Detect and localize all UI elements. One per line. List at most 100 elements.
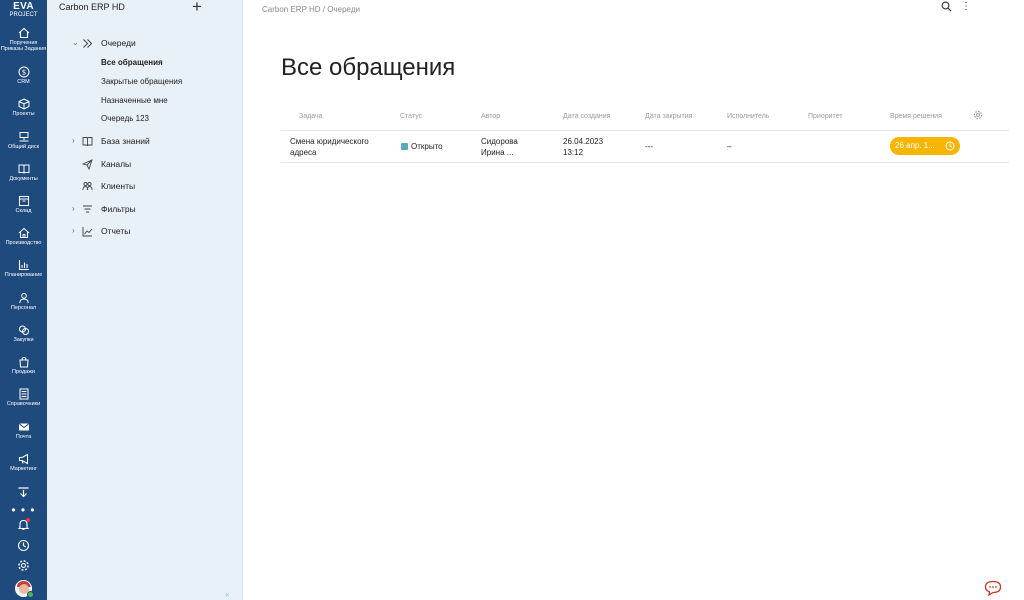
rail-item-personnel[interactable]: Персонал [0, 292, 47, 311]
rail-item-production[interactable]: Производство [0, 227, 47, 246]
page-title: Все обращения [281, 54, 456, 81]
cell-created: 26.04.2023 13:12 [563, 136, 603, 158]
rail-item-crm[interactable]: $ CRM [0, 66, 47, 85]
module-rail: EVA PROJECT Поручения Приказы Задания $ … [0, 0, 47, 600]
task-title-line2: адреса [290, 148, 317, 157]
rail-item-label: Маркетинг [10, 466, 37, 472]
tree-item-reports[interactable]: › Отчеты [47, 224, 243, 240]
factory-icon [18, 227, 29, 238]
coins-icon [18, 325, 29, 335]
breadcrumb: Carbon ERP HD / Очереди [262, 5, 360, 14]
rail-item-label: CRM [17, 79, 30, 85]
column-header-closed[interactable]: Дата закрытия [645, 113, 692, 120]
online-status-dot [27, 591, 34, 598]
rail-item-label: Почта [15, 434, 32, 440]
more-vertical-icon[interactable]: ⋮ [961, 1, 971, 12]
rail-item-directories[interactable]: Справочники [0, 388, 47, 407]
download-icon[interactable] [17, 486, 30, 499]
author-line1: Сидорова [481, 137, 518, 146]
cell-task: Смена юридического адреса [290, 136, 369, 158]
history-icon[interactable] [17, 539, 30, 552]
column-header-assignee[interactable]: Исполнитель [727, 113, 769, 120]
chat-bubble-icon[interactable] [984, 580, 1002, 596]
column-header-task[interactable]: Задача [299, 113, 323, 120]
tree-item-label: Очереди [101, 38, 136, 48]
chevron-down-icon[interactable]: ⌄ [72, 38, 79, 47]
rail-item-projects[interactable]: Проекты [0, 98, 47, 117]
queue-item-queue-123[interactable]: Очередь 123 [101, 114, 149, 123]
rail-item-label: Закупки [13, 337, 34, 343]
breadcrumb-separator: / [322, 5, 326, 14]
gear-icon[interactable] [17, 559, 30, 572]
column-header-status[interactable]: Статус [400, 113, 422, 120]
tree-item-queues[interactable]: ⌄ Очереди [47, 36, 243, 52]
clock-icon [945, 141, 955, 151]
navigation-panel: Carbon ERP HD + ⌄ Очереди Все обращения … [47, 0, 243, 600]
created-date: 26.04.2023 [563, 137, 604, 146]
column-header-created[interactable]: Дата создания [563, 113, 610, 120]
tree-item-label: Клиенты [101, 181, 136, 191]
more-modules-icon[interactable]: • • • [0, 504, 47, 516]
breadcrumb-root[interactable]: Carbon ERP HD [262, 5, 321, 14]
home-icon [18, 27, 29, 39]
person-icon [18, 293, 29, 304]
deadline-badge[interactable]: 26 апр. 1... [890, 137, 960, 155]
tree-item-filters[interactable]: › Фильтры [47, 202, 243, 218]
search-icon[interactable] [941, 1, 952, 12]
chevron-right-icon[interactable]: › [72, 226, 75, 235]
rail-item-label: Персонал [10, 305, 37, 311]
add-button[interactable]: + [192, 0, 202, 16]
column-header-priority[interactable]: Приоритет [808, 113, 843, 120]
queue-item-all-requests[interactable]: Все обращения [101, 58, 163, 67]
users-icon [82, 181, 93, 191]
rail-item-documents[interactable]: Документы [0, 163, 47, 182]
cube-icon [18, 98, 29, 110]
book-icon [82, 137, 93, 147]
bag-icon [18, 356, 29, 368]
queue-item-assigned-to-me[interactable]: Назначенные мне [101, 96, 168, 105]
tree-item-knowledge-base[interactable]: › База знаний [47, 134, 243, 150]
cell-assignee: – [727, 142, 732, 151]
chevron-right-icon[interactable]: › [72, 136, 75, 145]
status-color-marker [401, 143, 408, 150]
tree-item-label: Отчеты [101, 226, 131, 236]
tree-item-label: База знаний [101, 136, 150, 146]
created-time: 13:12 [563, 148, 584, 157]
logo-subtext: PROJECT [9, 12, 38, 18]
notification-dot [26, 518, 30, 522]
status-badge: Открыто [411, 142, 443, 151]
trend-chart-icon [82, 227, 93, 237]
svg-text:$: $ [21, 69, 25, 77]
cell-closed: --- [645, 142, 653, 151]
rail-item-warehouse[interactable]: Склад [0, 195, 47, 214]
workspace-title[interactable]: Carbon ERP HD [59, 2, 125, 12]
column-header-resolve-time[interactable]: Время решения [890, 113, 942, 120]
column-header-author[interactable]: Автор [481, 113, 500, 120]
app-logo[interactable]: EVA PROJECT [0, 0, 47, 19]
tree-item-label: Фильтры [101, 204, 136, 214]
rail-item-mail[interactable]: Почта [0, 421, 47, 440]
rail-item-shared-disk[interactable]: Общий диск [0, 131, 47, 150]
rail-item-label: Проекты [12, 111, 35, 117]
tree-item-clients[interactable]: Клиенты [47, 179, 243, 195]
rail-item-sales[interactable]: Продажи [0, 356, 47, 375]
table-settings-gear-icon[interactable] [973, 110, 983, 120]
table-header: Задача Статус Автор Дата создания Дата з… [281, 104, 1009, 131]
rail-item-tasks[interactable]: Поручения Приказы Задания [0, 27, 47, 52]
tree-item-channels[interactable]: Каналы [47, 157, 243, 173]
rail-item-planning[interactable]: Планирование [0, 259, 47, 278]
table-row[interactable]: Смена юридического адреса Открыто Сидоро… [281, 131, 1009, 163]
author-line2: Ирина ... [481, 148, 514, 157]
send-icon [82, 159, 93, 170]
chevron-right-icon[interactable]: › [72, 204, 75, 213]
rail-item-label: Склад [15, 208, 32, 214]
collapse-panel-icon[interactable]: « [225, 590, 229, 599]
rail-item-purchases[interactable]: Закупки [0, 324, 47, 343]
queue-item-closed-requests[interactable]: Закрытые обращения [101, 77, 182, 86]
rail-item-marketing[interactable]: Маркетинг [0, 453, 47, 472]
cell-status: Открыто [401, 141, 443, 152]
task-title-line1: Смена юридического [290, 137, 369, 146]
logo-text: EVA [13, 1, 34, 12]
breadcrumb-current[interactable]: Очереди [327, 5, 360, 14]
rail-item-label: Планирование [4, 272, 43, 278]
